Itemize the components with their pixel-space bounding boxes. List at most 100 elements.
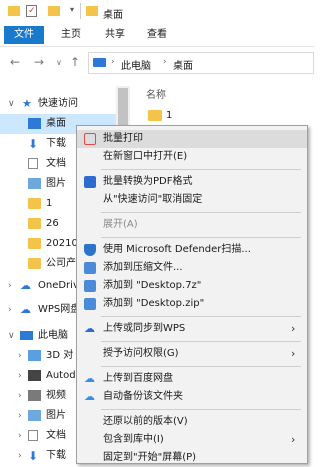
tab-share[interactable]: 共享 [100, 27, 130, 43]
sidebar-item-label: 下载 [46, 450, 66, 461]
chevron-right-icon[interactable]: › [18, 446, 22, 466]
desktop-icon [28, 118, 41, 129]
tab-home[interactable]: 主页 [56, 27, 86, 43]
sidebar-item-quick-access[interactable]: ∨ ★ 快速访问 [0, 94, 116, 114]
tab-file[interactable]: 文件 [4, 26, 44, 44]
file-item-label[interactable]: 1 [166, 110, 172, 121]
shield-icon [84, 244, 96, 256]
pdf-icon [84, 176, 96, 188]
menu-item-upload-baidu[interactable]: ☁ 上传到百度网盘 [77, 370, 307, 388]
sidebar-item-label: OneDriv [38, 280, 79, 291]
quick-access-toolbar-dropdown-icon[interactable]: ▾ [70, 5, 74, 14]
sidebar-item-label: 文档 [46, 430, 66, 441]
context-menu: 批量打印 在新窗口中打开(E) 批量转换为PDF格式 从"快速访问"取消固定 展… [76, 125, 308, 464]
menu-item-include-library[interactable]: 包含到库中(I) › [77, 431, 307, 449]
divider [80, 3, 81, 19]
back-arrow-icon[interactable]: ← [10, 55, 20, 69]
computer-icon [20, 331, 33, 340]
download-icon: ⬇ [28, 449, 39, 463]
column-header-name[interactable]: 名称 [146, 86, 166, 101]
folder-icon [8, 6, 20, 16]
sidebar-item-label: 20210 [46, 238, 78, 249]
sidebar-item-label: 桌面 [46, 118, 66, 129]
archive-icon [84, 298, 96, 310]
forward-arrow-icon[interactable]: → [34, 55, 44, 69]
menu-item-auto-backup[interactable]: ☁ 自动备份该文件夹 [77, 388, 307, 406]
sidebar-item-label: 下载 [46, 138, 66, 149]
document-icon [28, 158, 38, 169]
menu-item-pin-start[interactable]: 固定到"开始"屏幕(P) [77, 449, 307, 467]
sidebar-item-label: Autod [46, 370, 76, 381]
chevron-down-icon[interactable]: ∨ [8, 326, 15, 346]
chevron-down-icon[interactable]: ∨ [8, 94, 15, 114]
recent-locations-chevron-icon[interactable]: ∨ [56, 58, 62, 67]
sidebar-item-label: 1 [46, 198, 53, 209]
menu-item-add-7z[interactable]: 添加到 "Desktop.7z" [77, 277, 307, 295]
menu-item-add-zip[interactable]: 添加到 "Desktop.zip" [77, 295, 307, 313]
properties-icon[interactable]: ✓ [26, 5, 37, 17]
folder-icon [28, 198, 41, 209]
up-arrow-icon[interactable]: ↑ [70, 55, 80, 69]
breadcrumb-desktop[interactable]: 桌面 [173, 57, 193, 72]
chevron-right-icon[interactable]: › [8, 276, 12, 296]
menu-item-unpin-quick-access[interactable]: 从"快速访问"取消固定 [77, 191, 307, 209]
breadcrumb-separator-icon: › [111, 57, 115, 67]
menu-separator [101, 409, 301, 410]
archive-icon [84, 262, 96, 274]
menu-item-open-new-window[interactable]: 在新窗口中打开(E) [77, 148, 307, 166]
tab-view[interactable]: 查看 [142, 27, 172, 43]
menu-item-restore-versions[interactable]: 还原以前的版本(V) [77, 413, 307, 431]
menu-separator [101, 341, 301, 342]
chevron-right-icon: › [291, 433, 296, 446]
chevron-right-icon: › [291, 347, 296, 360]
chevron-right-icon[interactable]: › [18, 406, 22, 426]
folder-icon [86, 6, 98, 16]
folder-icon [28, 238, 41, 249]
menu-item-add-archive[interactable]: 添加到压缩文件... [77, 259, 307, 277]
menu-separator [101, 212, 301, 213]
sidebar-item-label: 此电脑 [38, 330, 68, 341]
menu-separator [101, 316, 301, 317]
sidebar-item-label: WPS网盘 [38, 304, 81, 315]
menu-separator [101, 169, 301, 170]
chevron-right-icon[interactable]: › [8, 300, 12, 320]
title-bar: ✓ ▾ 桌面 [0, 0, 314, 24]
menu-item-expand[interactable]: 展开(A) [77, 216, 307, 234]
menu-item-convert-pdf[interactable]: 批量转换为PDF格式 [77, 173, 307, 191]
sidebar-item-label: 视频 [46, 390, 66, 401]
new-folder-icon[interactable] [48, 6, 60, 16]
download-icon: ⬇ [28, 137, 39, 151]
chevron-right-icon[interactable]: › [18, 386, 22, 406]
sidebar-item-label: 3D 对 [46, 350, 74, 361]
computer-icon [93, 58, 106, 67]
menu-item-defender-scan[interactable]: 使用 Microsoft Defender扫描... [77, 241, 307, 259]
breadcrumb-this-pc[interactable]: 此电脑 [121, 57, 151, 72]
window-title: 桌面 [103, 10, 123, 21]
menu-separator [101, 366, 301, 367]
sidebar-item-label: 公司产 [46, 258, 76, 269]
sidebar-item-label: 图片 [46, 410, 66, 421]
ribbon-tabs: 文件 主页 共享 查看 [0, 24, 314, 47]
menu-item-batch-print[interactable]: 批量打印 [77, 130, 307, 148]
menu-separator [101, 237, 301, 238]
sidebar-item-label: 文档 [46, 158, 66, 169]
sidebar-item-label: 快速访问 [38, 98, 78, 109]
folder-icon [28, 218, 41, 229]
video-icon [28, 390, 41, 401]
picture-icon [28, 178, 41, 189]
chevron-right-icon[interactable]: › [18, 346, 22, 366]
chevron-right-icon: › [291, 322, 296, 335]
printer-icon [84, 133, 96, 145]
chevron-right-icon[interactable]: › [18, 366, 22, 386]
sidebar-item-label: 26 [46, 218, 59, 229]
app-icon [28, 370, 41, 381]
address-bar[interactable]: › 此电脑 › 桌面 [88, 52, 314, 74]
chevron-right-icon[interactable]: › [18, 426, 22, 446]
menu-item-grant-access[interactable]: 授予访问权限(G) › [77, 345, 307, 363]
menu-item-upload-wps[interactable]: ☁ 上传或同步到WPS › [77, 320, 307, 338]
cloud-icon: ☁ [20, 279, 31, 292]
sidebar-item-label: 图片 [46, 178, 66, 189]
cloud-icon: ☁ [84, 322, 95, 335]
cloud-icon: ☁ [20, 303, 31, 316]
folder-icon [148, 110, 162, 121]
